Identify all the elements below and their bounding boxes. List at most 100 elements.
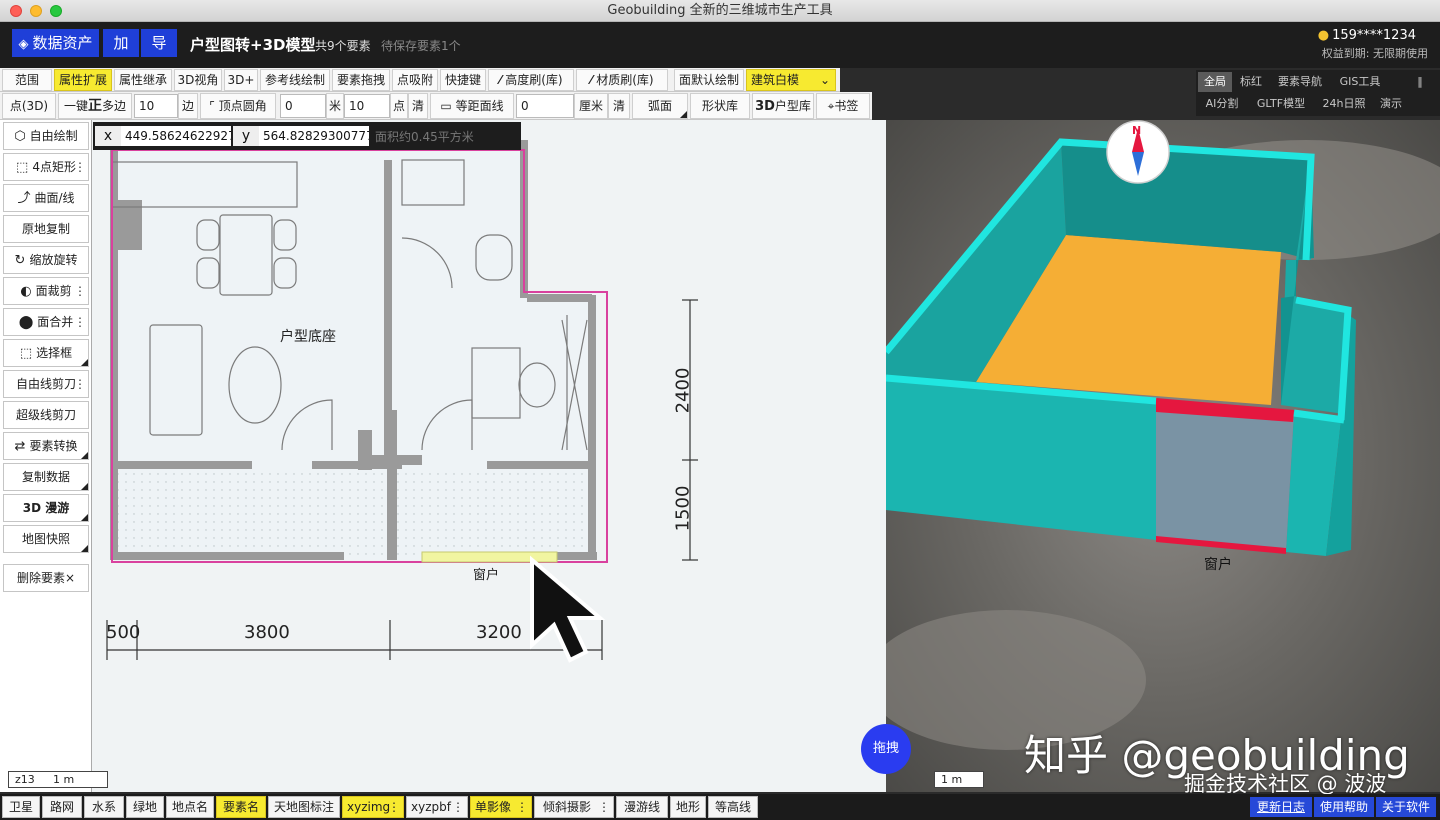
element-drag-button[interactable]: 要素拖拽 — [332, 69, 390, 91]
vertex-round-button[interactable]: ⌜ 顶点圆角 — [200, 93, 276, 119]
attr-extend-button[interactable]: 属性扩展 — [54, 69, 112, 91]
add-button[interactable]: 加 — [103, 29, 139, 57]
about-link[interactable]: 关于软件 — [1376, 797, 1436, 817]
layer-oblique-photo[interactable]: 倾斜摄影 ⋮ — [534, 796, 614, 818]
y-coordinate-input[interactable]: 564.82829300777 — [259, 126, 369, 146]
window-title: Geobuilding 全新的三维城市生产工具 — [607, 3, 833, 18]
ref-line-button[interactable]: 参考线绘制 — [260, 69, 330, 91]
more-options-icon[interactable]: ⋮ — [74, 371, 86, 397]
changelog-link[interactable]: 更新日志 — [1250, 797, 1312, 817]
face-clip-button[interactable]: ◐ 面裁剪 ⋮ — [3, 277, 89, 305]
unit-library-button[interactable]: 3D户型库 — [752, 93, 814, 119]
building-type-value: 建筑白模 — [751, 73, 800, 87]
range-button[interactable]: 范围 — [2, 69, 52, 91]
layers-icon: ◈ — [18, 37, 29, 52]
bookmark-button[interactable]: ⌖书签 — [816, 93, 870, 119]
free-line-scissors-button[interactable]: 自由线剪刀 ⋮ — [3, 370, 89, 398]
snap-button[interactable]: 点吸附 — [392, 69, 438, 91]
regular-polygon-button[interactable]: 一键正多边 — [58, 93, 132, 119]
more-options-icon[interactable]: ⋮ — [598, 797, 610, 817]
layer-green[interactable]: 绿地 — [126, 796, 164, 818]
layer-xyzimg[interactable]: xyzimg ⋮ — [342, 796, 404, 818]
arc-face-button[interactable]: 弧面 — [632, 93, 688, 119]
scale-bar-3d: 1 m — [934, 771, 984, 788]
material-brush-button[interactable]: ⁄ 材质刷(库) — [576, 69, 668, 91]
more-options-icon[interactable]: ⋮ — [516, 797, 528, 817]
equidistant-label: 等距面线 — [455, 99, 504, 113]
pin-panel-toggle[interactable]: ‖ — [1410, 72, 1430, 92]
height-brush-button[interactable]: ⁄ 高度刷(库) — [488, 69, 574, 91]
super-line-scissors-button[interactable]: 超级线剪刀 — [3, 401, 89, 429]
copy-data-button[interactable]: 复制数据 — [3, 463, 89, 491]
close-window-button[interactable] — [10, 5, 22, 17]
roam-3d-button[interactable]: 3D 漫游 — [3, 494, 89, 522]
tab-element-nav[interactable]: 要素导航 — [1272, 72, 1328, 92]
tab-gis-tools[interactable]: GIS工具 — [1332, 72, 1388, 92]
scale-bar-2d: z13 1 m — [8, 771, 108, 788]
tab-global[interactable]: 全局 — [1198, 72, 1232, 92]
more-options-icon[interactable]: ⋮ — [74, 309, 86, 335]
layer-element-names[interactable]: 要素名 — [216, 796, 266, 818]
free-draw-button[interactable]: ⬡ 自由绘制 — [3, 122, 89, 150]
points-unit: 点 — [390, 93, 408, 119]
building-type-select[interactable]: 建筑白模 ⌄ — [746, 69, 836, 91]
tab-ai-segment[interactable]: AI分割 — [1198, 94, 1246, 114]
layer-terrain[interactable]: 地形 — [670, 796, 706, 818]
clear-round-button[interactable]: 清 — [408, 93, 428, 119]
shortcut-button[interactable]: 快捷键 — [440, 69, 486, 91]
more-options-icon[interactable]: ⋮ — [74, 154, 86, 180]
layer-water[interactable]: 水系 — [84, 796, 124, 818]
layer-contours[interactable]: 等高线 — [708, 796, 758, 818]
sides-input[interactable]: 10 — [134, 94, 178, 118]
layer-roads[interactable]: 路网 — [42, 796, 82, 818]
tab-mark-red[interactable]: 标红 — [1234, 72, 1268, 92]
more-options-icon[interactable]: ⋮ — [388, 797, 400, 817]
points-input[interactable]: 10 — [344, 94, 390, 118]
rect-4pt-button[interactable]: ⬚ 4点矩形 ⋮ — [3, 153, 89, 181]
tab-demo[interactable]: 演示 — [1374, 94, 1408, 114]
layer-satellite[interactable]: 卫星 — [2, 796, 40, 818]
face-default-draw-button[interactable]: 面默认绘制 — [674, 69, 744, 91]
round-radius-input[interactable]: 0 — [280, 94, 326, 118]
point-3d-button[interactable]: 点(3D) — [2, 93, 56, 119]
face-clip-label: 面裁剪 — [35, 284, 72, 298]
view-3d[interactable]: N 窗户 — [886, 120, 1440, 792]
tab-sunlight[interactable]: 24h日照 — [1316, 94, 1372, 114]
user-account[interactable]: ● 159****1234 — [1318, 28, 1416, 43]
tab-gltf-model[interactable]: GLTF模型 — [1248, 94, 1314, 114]
copy-in-place-button[interactable]: 原地复制 — [3, 215, 89, 243]
layer-place-names[interactable]: 地点名 — [166, 796, 214, 818]
equidistant-button[interactable]: ▭ 等距面线 — [430, 93, 514, 119]
select-box-button[interactable]: ⬚ 选择框 — [3, 339, 89, 367]
import-button[interactable]: 导 — [141, 29, 177, 57]
attr-inherit-button[interactable]: 属性继承 — [114, 69, 172, 91]
dimension-3800: 3800 — [244, 622, 290, 643]
curve-line-button[interactable]: ⤴ 曲面/线 — [3, 184, 89, 212]
plus-3d-button[interactable]: 3D+ — [224, 69, 258, 91]
element-convert-button[interactable]: ⇄ 要素转换 — [3, 432, 89, 460]
drag-handle-button[interactable]: 拖拽 — [861, 724, 911, 774]
scale-rotate-button[interactable]: ↻ 缩放旋转 — [3, 246, 89, 274]
maximize-window-button[interactable] — [50, 5, 62, 17]
equidistant-input[interactable]: 0 — [516, 94, 574, 118]
element-convert-label: 要素转换 — [29, 439, 78, 453]
shape-library-button[interactable]: 形状库 — [690, 93, 750, 119]
minimize-window-button[interactable] — [30, 5, 42, 17]
layer-xyzpbf[interactable]: xyzpbf ⋮ — [406, 796, 468, 818]
clear-equidistant-button[interactable]: 清 — [608, 93, 630, 119]
help-link[interactable]: 使用帮助 — [1314, 797, 1374, 817]
face-merge-button[interactable]: ⬤ 面合并 ⋮ — [3, 308, 89, 336]
delete-element-button[interactable]: 删除要素× — [3, 564, 89, 592]
view-3d-button[interactable]: 3D视角 — [174, 69, 222, 91]
layer-single-image[interactable]: 单影像 ⋮ — [470, 796, 532, 818]
data-assets-button[interactable]: ◈ 数据资产 — [12, 29, 99, 57]
more-options-icon[interactable]: ⋮ — [74, 278, 86, 304]
layer-roam-line[interactable]: 漫游线 — [616, 796, 668, 818]
round-unit: 米 — [326, 93, 344, 119]
mouse-cursor-icon — [530, 555, 606, 663]
x-coordinate-input[interactable]: 449.58624622927 — [121, 126, 231, 146]
plan-canvas[interactable]: 户型底座 窗户 2400 1500 500 3800 3200 — [92, 120, 886, 792]
map-snapshot-button[interactable]: 地图快照 — [3, 525, 89, 553]
more-options-icon[interactable]: ⋮ — [452, 797, 464, 817]
layer-tianditu-labels[interactable]: 天地图标注 — [268, 796, 340, 818]
